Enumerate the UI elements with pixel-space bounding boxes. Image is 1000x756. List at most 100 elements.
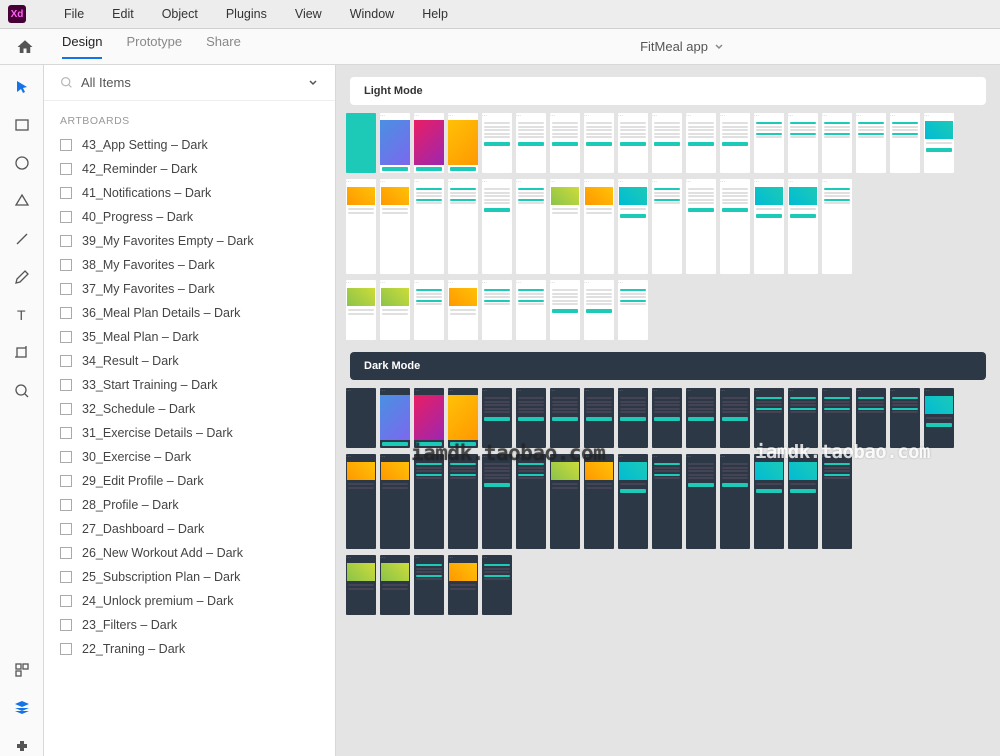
layer-item[interactable]: 23_Filters – Dark [44, 613, 335, 637]
artboard-thumb[interactable]: ⋯ [686, 454, 716, 549]
artboard-thumb[interactable]: ⋯ [346, 179, 376, 274]
artboard-thumb[interactable]: ⋯ [890, 113, 920, 173]
menu-edit[interactable]: Edit [98, 7, 148, 21]
artboard-thumb[interactable]: ⋯ [788, 179, 818, 274]
home-icon[interactable] [16, 38, 34, 56]
artboard-thumb[interactable]: ⋯ [550, 388, 580, 448]
tab-share[interactable]: Share [206, 34, 241, 59]
artboard-thumb[interactable]: ⋯ [618, 388, 648, 448]
artboard-tool[interactable] [12, 343, 32, 363]
layer-item[interactable]: 38_My Favorites – Dark [44, 253, 335, 277]
layer-item[interactable]: 29_Edit Profile – Dark [44, 469, 335, 493]
artboard-thumb[interactable]: ⋯ [550, 179, 580, 274]
artboard-thumb[interactable]: ⋯ [584, 113, 614, 173]
layer-item[interactable]: 27_Dashboard – Dark [44, 517, 335, 541]
artboard-thumb[interactable]: ⋯ [448, 179, 478, 274]
artboard-thumb[interactable]: ⋯ [482, 280, 512, 340]
tab-prototype[interactable]: Prototype [126, 34, 182, 59]
menu-object[interactable]: Object [148, 7, 212, 21]
zoom-tool[interactable] [12, 381, 32, 401]
text-tool[interactable]: T [12, 305, 32, 325]
artboard-thumb[interactable]: ⋯ [754, 388, 784, 448]
layer-item[interactable]: 40_Progress – Dark [44, 205, 335, 229]
assets-panel-icon[interactable] [12, 660, 32, 680]
layer-item[interactable]: 35_Meal Plan – Dark [44, 325, 335, 349]
artboard-thumb[interactable]: ⋯ [924, 388, 954, 448]
artboard-thumb[interactable]: ⋯ [516, 280, 546, 340]
artboard-thumb[interactable]: ⋯ [448, 454, 478, 549]
layer-item[interactable]: 28_Profile – Dark [44, 493, 335, 517]
artboard-thumb[interactable]: ⋯ [482, 454, 512, 549]
artboard-thumb[interactable]: ⋯ [346, 454, 376, 549]
artboard-thumb[interactable]: ⋯ [550, 280, 580, 340]
artboard-thumb[interactable]: ⋯ [550, 113, 580, 173]
artboard-thumb[interactable]: ⋯ [652, 388, 682, 448]
artboard-thumb[interactable]: ⋯ [516, 454, 546, 549]
artboard-thumb[interactable]: ⋯ [448, 555, 478, 615]
artboard-thumb[interactable]: ⋯ [346, 388, 376, 448]
search-row[interactable]: All Items [44, 65, 335, 101]
layer-item[interactable]: 32_Schedule – Dark [44, 397, 335, 421]
menu-help[interactable]: Help [408, 7, 462, 21]
menu-plugins[interactable]: Plugins [212, 7, 281, 21]
artboard-thumb[interactable]: ⋯ [346, 113, 376, 173]
artboard-thumb[interactable]: ⋯ [754, 454, 784, 549]
layer-item[interactable]: 34_Result – Dark [44, 349, 335, 373]
artboard-thumb[interactable]: ⋯ [346, 555, 376, 615]
artboard-thumb[interactable]: ⋯ [720, 113, 750, 173]
artboard-thumb[interactable]: ⋯ [822, 179, 852, 274]
artboard-thumb[interactable]: ⋯ [414, 280, 444, 340]
artboard-thumb[interactable]: ⋯ [380, 179, 410, 274]
artboard-thumb[interactable]: ⋯ [414, 113, 444, 173]
artboard-thumb[interactable]: ⋯ [686, 113, 716, 173]
layer-item[interactable]: 37_My Favorites – Dark [44, 277, 335, 301]
artboard-thumb[interactable]: ⋯ [482, 179, 512, 274]
artboard-thumb[interactable]: ⋯ [550, 454, 580, 549]
artboard-thumb[interactable]: ⋯ [618, 454, 648, 549]
artboard-thumb[interactable]: ⋯ [414, 555, 444, 615]
canvas[interactable]: Light Mode ⋯⋯⋯⋯⋯⋯⋯⋯⋯⋯⋯⋯⋯⋯⋯⋯⋯⋯⋯⋯⋯⋯⋯⋯⋯⋯⋯⋯⋯… [336, 65, 1000, 756]
layer-item[interactable]: 26_New Workout Add – Dark [44, 541, 335, 565]
artboard-thumb[interactable]: ⋯ [448, 280, 478, 340]
layer-item[interactable]: 36_Meal Plan Details – Dark [44, 301, 335, 325]
artboard-thumb[interactable]: ⋯ [584, 388, 614, 448]
artboard-thumb[interactable]: ⋯ [754, 179, 784, 274]
pen-tool[interactable] [12, 267, 32, 287]
artboard-thumb[interactable]: ⋯ [890, 388, 920, 448]
artboard-thumb[interactable]: ⋯ [822, 113, 852, 173]
artboard-thumb[interactable]: ⋯ [652, 179, 682, 274]
artboard-thumb[interactable]: ⋯ [856, 388, 886, 448]
artboard-thumb[interactable]: ⋯ [618, 179, 648, 274]
select-tool[interactable] [12, 77, 32, 97]
layers-panel-icon[interactable] [12, 698, 32, 718]
layer-item[interactable]: 25_Subscription Plan – Dark [44, 565, 335, 589]
artboard-thumb[interactable]: ⋯ [822, 454, 852, 549]
artboard-thumb[interactable]: ⋯ [856, 113, 886, 173]
layer-item[interactable]: 43_App Setting – Dark [44, 133, 335, 157]
artboard-thumb[interactable]: ⋯ [686, 179, 716, 274]
artboard-thumb[interactable]: ⋯ [788, 454, 818, 549]
layer-item[interactable]: 24_Unlock premium – Dark [44, 589, 335, 613]
artboard-thumb[interactable]: ⋯ [788, 113, 818, 173]
artboard-thumb[interactable]: ⋯ [448, 388, 478, 448]
artboard-thumb[interactable]: ⋯ [516, 179, 546, 274]
artboard-thumb[interactable]: ⋯ [482, 555, 512, 615]
layer-item[interactable]: 39_My Favorites Empty – Dark [44, 229, 335, 253]
artboard-thumb[interactable]: ⋯ [720, 179, 750, 274]
artboard-thumb[interactable]: ⋯ [516, 388, 546, 448]
menu-window[interactable]: Window [336, 7, 408, 21]
artboard-thumb[interactable]: ⋯ [482, 388, 512, 448]
artboard-thumb[interactable]: ⋯ [380, 113, 410, 173]
artboard-thumb[interactable]: ⋯ [414, 454, 444, 549]
artboard-thumb[interactable]: ⋯ [720, 388, 750, 448]
artboard-thumb[interactable]: ⋯ [516, 113, 546, 173]
layer-item[interactable]: 22_Traning – Dark [44, 637, 335, 661]
line-tool[interactable] [12, 229, 32, 249]
artboard-thumb[interactable]: ⋯ [686, 388, 716, 448]
artboard-thumb[interactable]: ⋯ [380, 454, 410, 549]
artboard-thumb[interactable]: ⋯ [618, 280, 648, 340]
artboard-thumb[interactable]: ⋯ [788, 388, 818, 448]
menu-view[interactable]: View [281, 7, 336, 21]
artboard-thumb[interactable]: ⋯ [652, 113, 682, 173]
artboard-thumb[interactable]: ⋯ [380, 280, 410, 340]
